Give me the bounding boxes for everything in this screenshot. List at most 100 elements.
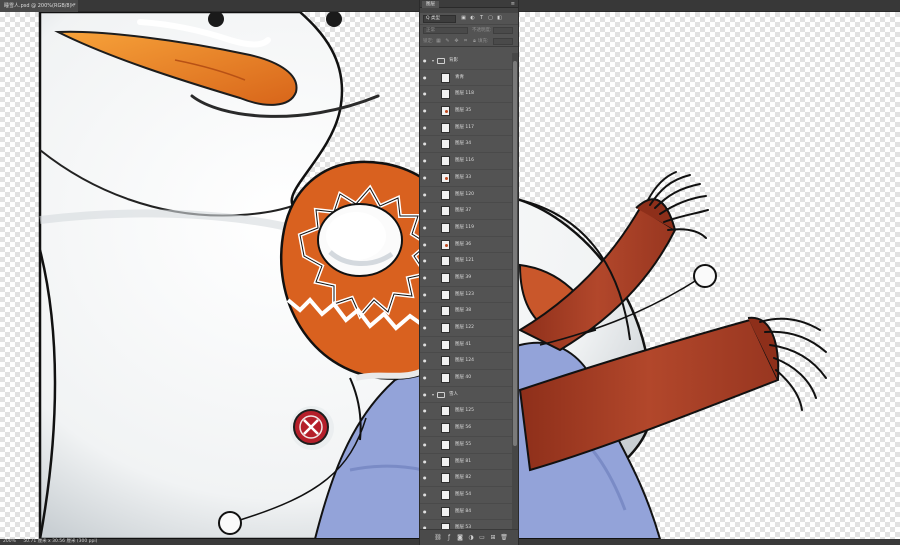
layers-scrollbar[interactable] [512,53,518,529]
adjust-filter-icon[interactable]: ◐ [469,15,476,22]
layer-row[interactable]: ● 图层 125 [420,403,512,421]
layer-row[interactable]: ● 青青 [420,69,512,87]
visibility-eye-icon[interactable]: ● [423,358,429,364]
layer-thumbnail [441,373,450,384]
fill-field[interactable] [493,38,513,45]
layer-name: 图层 53 [455,525,472,529]
lock-row: 锁定: ▦ ✎ ✥ ⌗ 🔒︎ 填充: [420,36,518,47]
layer-row[interactable]: ● 图层 40 [420,370,512,387]
visibility-eye-icon[interactable]: ● [423,475,429,481]
visibility-eye-icon[interactable]: ● [423,242,429,248]
visibility-eye-icon[interactable]: ● [423,258,429,264]
layer-row[interactable]: ● 图层 53 [420,520,512,529]
filter-kind-select[interactable]: Q 类型 [423,15,456,23]
opacity-label: 不透明度: [472,28,492,33]
adjustment-icon[interactable]: ◑ [467,534,475,542]
lock-pixels-icon[interactable]: ▦ [435,38,442,45]
visibility-eye-icon[interactable]: ● [423,125,429,131]
layer-row[interactable]: ● 图层 122 [420,320,512,337]
layer-row[interactable]: ● 图层 55 [420,436,512,454]
tab-layers[interactable]: 图层 [422,1,439,8]
visibility-eye-icon[interactable]: ● [423,342,429,348]
visibility-eye-icon[interactable]: ● [423,275,429,281]
layer-thumbnail [441,489,450,500]
layer-row[interactable]: ● 图层 119 [420,219,512,237]
visibility-eye-icon[interactable]: ● [423,108,429,114]
visibility-eye-icon[interactable]: ● [423,158,429,164]
layer-row[interactable]: ● 图层 123 [420,286,512,304]
layer-row[interactable]: ● 图层 121 [420,253,512,270]
visibility-eye-icon[interactable]: ● [423,459,429,465]
group-icon[interactable]: ▭ [478,534,486,542]
layer-name: 图层 36 [455,241,472,247]
folder-icon [437,58,445,64]
visibility-eye-icon[interactable]: ● [423,292,429,298]
layer-row[interactable]: ● 图层 37 [420,203,512,220]
visibility-eye-icon[interactable]: ● [423,75,429,81]
visibility-eye-icon[interactable]: ● [423,141,429,147]
document-tab[interactable]: 睡雪人.psd @ 200%(RGB/8) * × [0,0,78,12]
layer-row[interactable]: ● 图层 82 [420,470,512,487]
scroll-thumb[interactable] [513,61,517,446]
layers-list: ● ▾ 背影 ● 青青 ● 图层 118 ● 图层 35 ● 图层 117 ● 图层 34 ● 图层 116… [420,53,512,529]
visibility-eye-icon[interactable]: ● [423,308,429,314]
layer-row[interactable]: ● 图层 36 [420,236,512,254]
visibility-eye-icon[interactable]: ● [423,425,429,431]
layer-row[interactable]: ● 图层 54 [420,486,512,504]
fx-icon[interactable]: ƒ [445,534,453,542]
lock-paint-icon[interactable]: ✎ [444,38,451,45]
trash-icon[interactable]: 🗑︎ [500,534,508,542]
image-filter-icon[interactable]: ▣ [460,15,467,22]
lock-all-icon[interactable]: 🔒︎ [471,38,478,45]
visibility-eye-icon[interactable]: ● [423,91,429,97]
visibility-eye-icon[interactable]: ● [423,392,429,398]
close-icon[interactable]: × [70,0,75,12]
visibility-eye-icon[interactable]: ● [423,58,429,64]
layer-thumbnail [441,439,450,450]
smart-filter-icon[interactable]: ◧ [496,15,503,22]
layer-row[interactable]: ● 图层 35 [420,103,512,120]
visibility-eye-icon[interactable]: ● [423,192,429,198]
layer-row[interactable]: ● 图层 117 [420,119,512,137]
opacity-field[interactable] [493,27,513,34]
layer-row[interactable]: ● 图层 118 [420,86,512,104]
layer-row[interactable]: ● 图层 84 [420,503,512,521]
group-expand-icon[interactable]: ▾ [432,53,434,69]
text-filter-icon[interactable]: T [478,15,485,22]
blend-row: 正常 不透明度: [420,25,518,36]
layer-group-row[interactable]: ● ▾ 背影 [420,53,512,70]
visibility-eye-icon[interactable]: ● [423,408,429,414]
layer-row[interactable]: ● 图层 124 [420,353,512,371]
layer-row[interactable]: ● 图层 56 [420,420,512,437]
visibility-eye-icon[interactable]: ● [423,208,429,214]
lock-move-icon[interactable]: ✥ [453,38,460,45]
visibility-eye-icon[interactable]: ● [423,175,429,181]
zoom-level[interactable]: 200% [3,539,16,544]
visibility-eye-icon[interactable]: ● [423,375,429,381]
new-layer-icon[interactable]: ⊞ [489,534,497,542]
panel-menu-icon[interactable]: ≡ [511,0,515,8]
layer-thumbnail [441,473,450,484]
link-layers-icon[interactable]: ⛓ [434,534,442,542]
visibility-eye-icon[interactable]: ● [423,442,429,448]
layer-row[interactable]: ● 图层 120 [420,186,512,204]
mask-icon[interactable]: ◙ [456,534,464,542]
layer-row[interactable]: ● 图层 38 [420,303,512,320]
layer-row[interactable]: ● 图层 116 [420,153,512,170]
layer-group-row[interactable]: ● ▾ 雪人 [420,386,512,404]
visibility-eye-icon[interactable]: ● [423,509,429,515]
lock-artboard-icon[interactable]: ⌗ [462,38,469,45]
shape-filter-icon[interactable]: ▢ [487,15,494,22]
layer-name: 图层 121 [455,258,475,264]
layer-row[interactable]: ● 图层 41 [420,336,512,354]
visibility-eye-icon[interactable]: ● [423,225,429,231]
blend-mode-select[interactable]: 正常 [423,27,468,34]
visibility-eye-icon[interactable]: ● [423,492,429,498]
layer-row[interactable]: ● 图层 39 [420,269,512,287]
layer-row[interactable]: ● 图层 34 [420,136,512,154]
layer-name: 图层 54 [455,491,472,497]
visibility-eye-icon[interactable]: ● [423,325,429,331]
group-expand-icon[interactable]: ▾ [432,387,434,403]
layer-row[interactable]: ● 图层 81 [420,453,512,471]
layer-row[interactable]: ● 图层 33 [420,169,512,187]
